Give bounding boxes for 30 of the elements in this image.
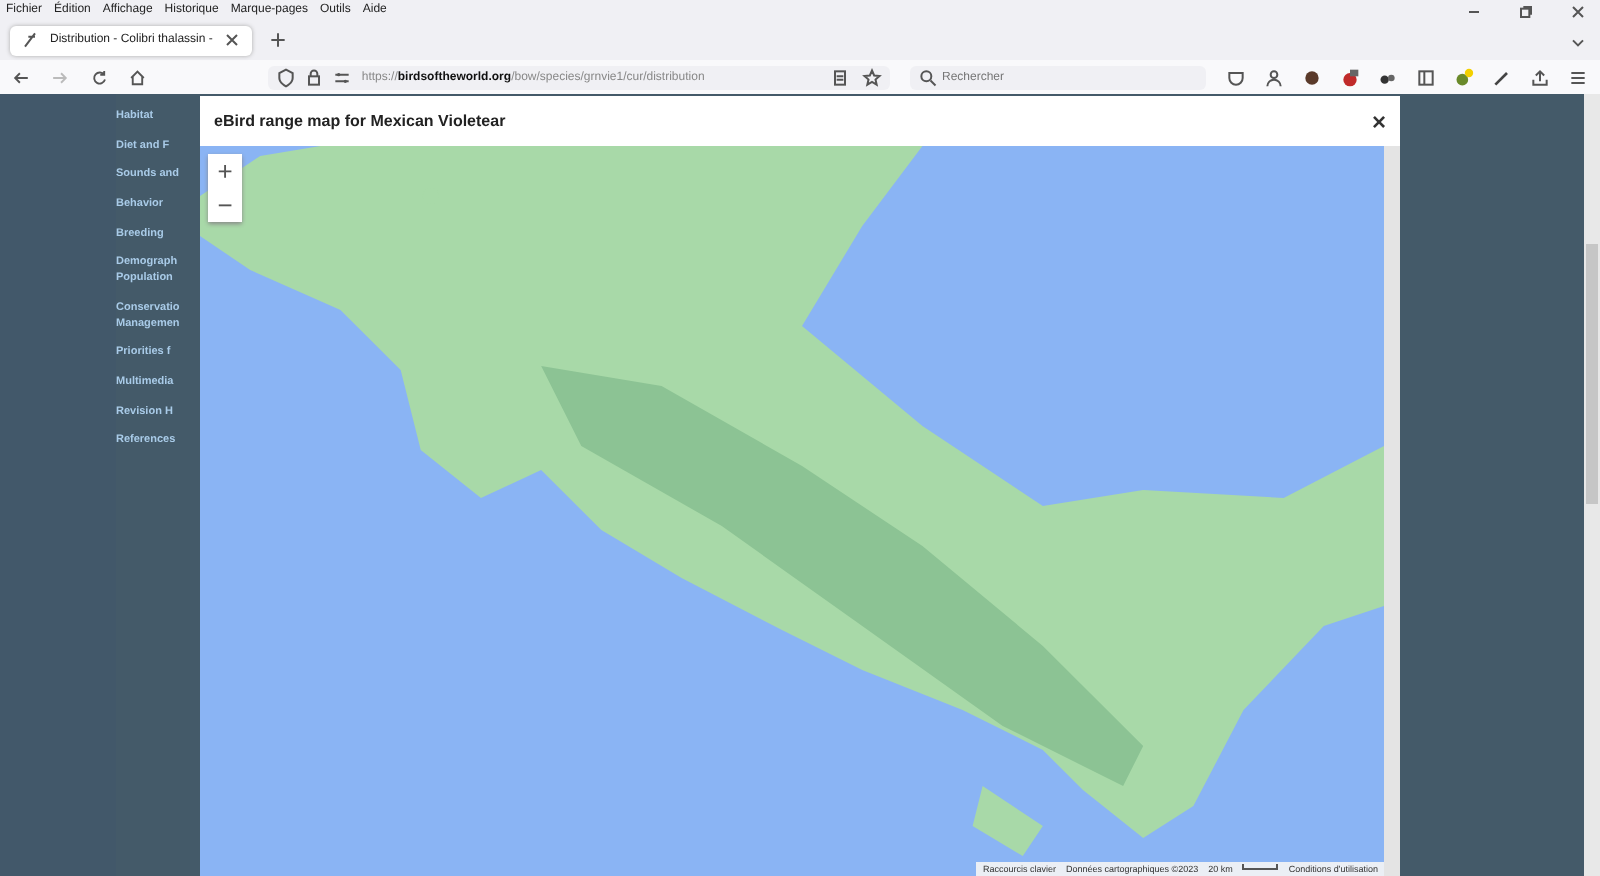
zoom-out-button[interactable]: − [208, 188, 242, 222]
person-icon[interactable] [1264, 67, 1284, 87]
plus-icon[interactable] [268, 30, 289, 50]
pencil-icon[interactable] [1492, 67, 1512, 87]
home-icon[interactable] [128, 67, 148, 87]
document-icon[interactable] [829, 67, 850, 87]
scrollbar[interactable] [1584, 94, 1600, 876]
scrollbar[interactable] [1384, 146, 1400, 876]
reload-icon[interactable] [89, 67, 109, 87]
badge-icon[interactable] [1340, 67, 1360, 87]
star-icon[interactable] [861, 67, 882, 87]
restore-icon[interactable] [1516, 2, 1536, 22]
scale-bar [1242, 864, 1279, 870]
sliders-icon[interactable] [331, 67, 352, 87]
share-icon[interactable] [1530, 67, 1550, 87]
badge-icon[interactable] [1454, 67, 1474, 87]
sidebar-icon[interactable] [1416, 67, 1436, 87]
dialog-title: eBird range map for Mexican Violetear [214, 112, 506, 130]
zoom-in-button[interactable]: + [208, 154, 242, 188]
circle-icon[interactable] [1302, 67, 1322, 87]
lock-icon[interactable] [303, 67, 324, 87]
close-icon[interactable] [222, 30, 243, 50]
scrollbar-thumb[interactable] [1586, 244, 1598, 504]
shield-icon[interactable] [275, 67, 296, 87]
menu-icon[interactable] [1568, 67, 1588, 87]
pocket-icon[interactable] [1226, 67, 1246, 87]
close-icon[interactable] [1568, 2, 1588, 22]
back-arrow-icon[interactable] [12, 67, 31, 87]
close-button[interactable]: × [1371, 109, 1386, 133]
search-icon [909, 65, 942, 89]
